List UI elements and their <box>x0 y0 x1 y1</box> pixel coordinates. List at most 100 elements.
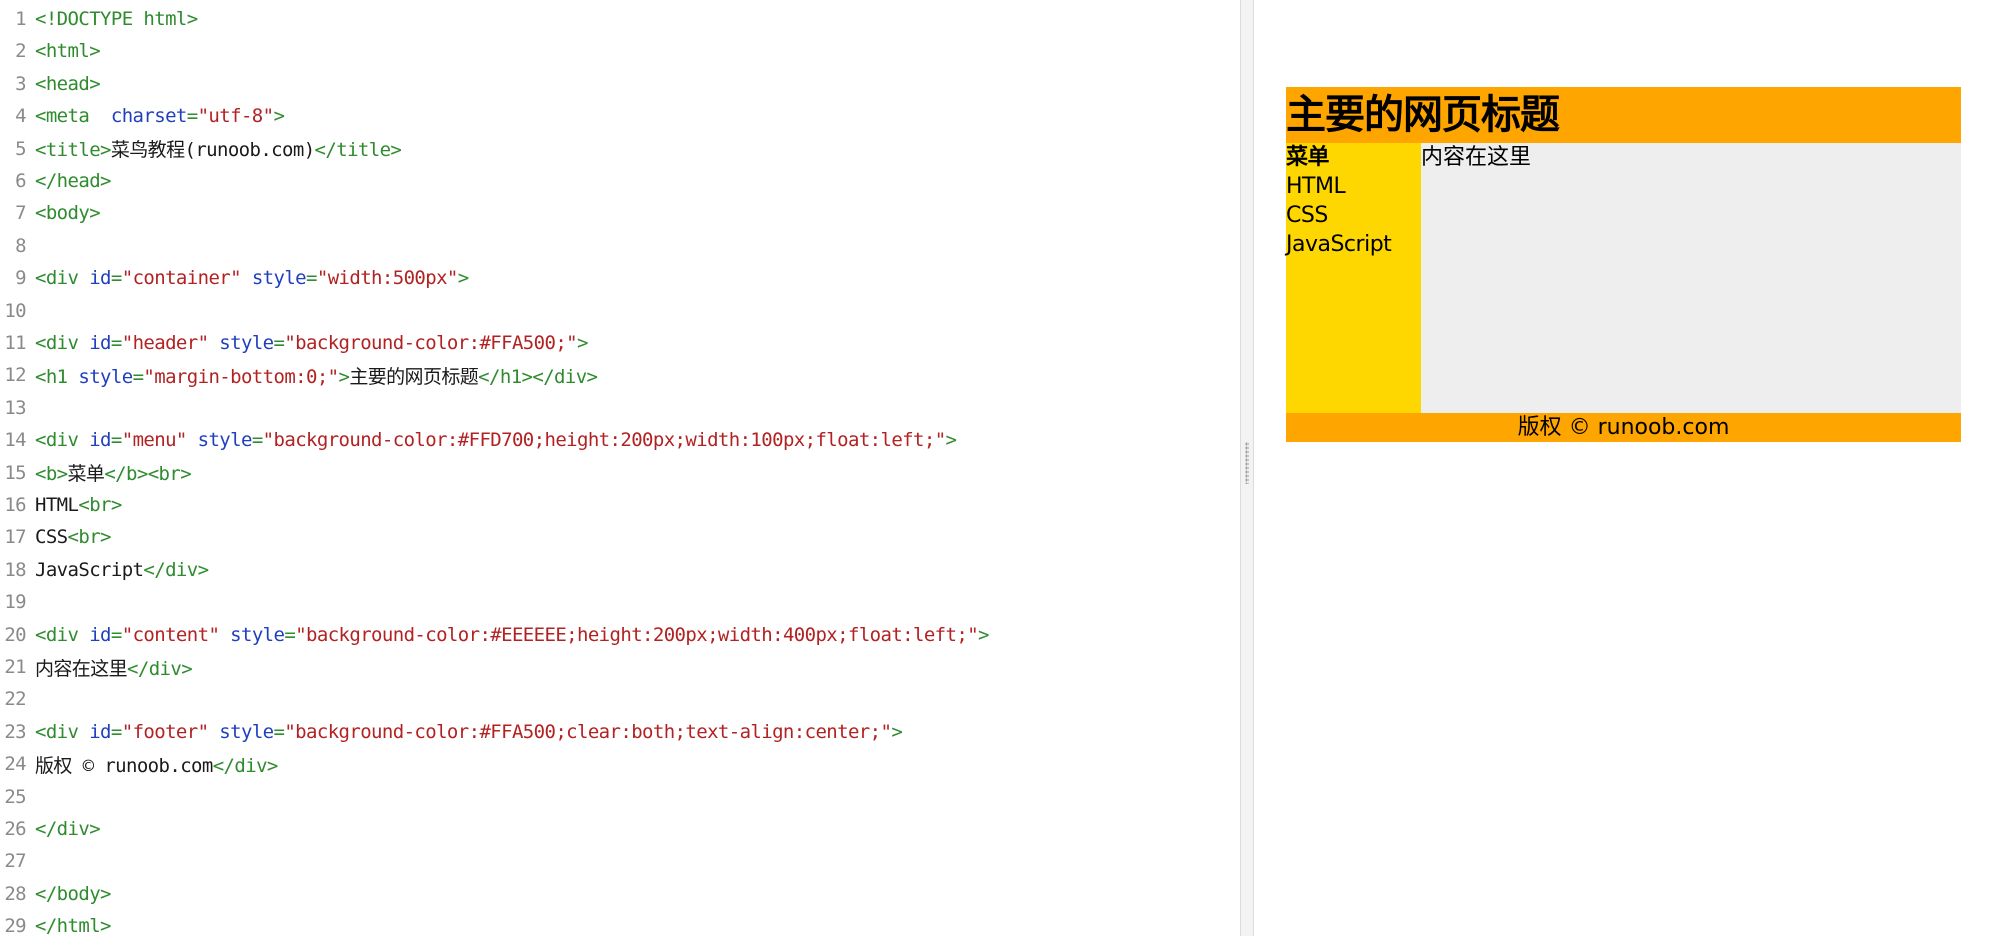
code-token-tag: = <box>273 332 285 354</box>
code-line[interactable]: 27 <box>0 845 1240 877</box>
code-text: <meta charset="utf-8"> <box>35 105 285 128</box>
code-line[interactable]: 13 <box>0 392 1240 424</box>
code-line[interactable]: 6 </head> <box>0 165 1240 197</box>
code-token-tag: <html> <box>35 40 101 63</box>
code-line[interactable]: 12 <h1 style="margin-bottom:0;">主要的网页标题</… <box>0 359 1240 391</box>
line-number: 17 <box>4 526 26 549</box>
code-token-text: 内容在这里 <box>35 657 128 680</box>
code-token-attr: id <box>89 720 111 743</box>
code-line[interactable]: 11 <div id="header" style="background-col… <box>0 327 1240 359</box>
code-line[interactable]: 23 <div id="footer" style="background-col… <box>0 716 1240 748</box>
code-line[interactable]: 15 <b>菜单</b><br> <box>0 457 1240 489</box>
line-number: 28 <box>4 882 26 905</box>
code-token-tag: </div> <box>127 657 193 680</box>
code-text: </div> <box>35 818 101 840</box>
code-token-val: "content" <box>121 623 220 646</box>
code-text: </html> <box>35 915 111 936</box>
code-line[interactable]: 18 JavaScript</div> <box>0 554 1240 586</box>
code-token-text: 版权 © runoob.com <box>35 754 213 777</box>
code-line[interactable]: 10 <box>0 295 1240 327</box>
code-token-val: "background-color:#EEEEEE;height:200px;w… <box>295 623 979 646</box>
code-token-tag: = <box>273 720 285 743</box>
code-token-val: "background-color:#FFA500;clear:both;tex… <box>284 720 892 743</box>
code-token-attr: charset <box>110 105 187 128</box>
code-token-tag: <meta <box>35 105 111 128</box>
line-number: 1 <box>15 8 26 30</box>
code-line[interactable]: 25 <box>0 781 1240 813</box>
code-line[interactable]: 29 </html> <box>0 910 1240 936</box>
code-line[interactable]: 4 <meta charset="utf-8"> <box>0 100 1240 132</box>
code-token-val: "menu" <box>121 429 188 452</box>
code-token-tag: </head> <box>35 170 111 192</box>
line-number: 29 <box>4 915 26 936</box>
line-number: 21 <box>4 656 26 678</box>
code-token-tag: = <box>110 267 122 290</box>
line-number: 12 <box>4 364 26 387</box>
line-number: 19 <box>4 591 26 614</box>
code-token-attr: style <box>219 332 274 354</box>
code-line[interactable]: 1 <!DOCTYPE html> <box>0 3 1240 35</box>
code-token-attr: id <box>89 429 111 452</box>
code-line[interactable]: 5 <title>菜鸟教程(runoob.com)</title> <box>0 133 1240 165</box>
code-token-tag: <h1 <box>35 365 79 388</box>
code-text: <div id="content" style="background-colo… <box>35 624 989 646</box>
code-token-attr: style <box>78 365 133 388</box>
code-line[interactable]: 3 <head> <box>0 68 1240 100</box>
code-text: <html> <box>35 40 101 63</box>
code-line[interactable]: 2 <html> <box>0 35 1240 67</box>
code-token-tag: = <box>110 429 122 452</box>
splitter-grip-icon[interactable] <box>1245 442 1249 484</box>
code-token-tag <box>219 624 230 646</box>
code-line[interactable]: 22 <box>0 683 1240 715</box>
code-line[interactable]: 8 <box>0 230 1240 262</box>
code-text: <div id="header" style="background-color… <box>35 332 588 354</box>
code-token-tag: = <box>110 332 122 354</box>
preview-menu-item-css: CSS <box>1286 203 1328 228</box>
code-line[interactable]: 20 <div id="content" style="background-co… <box>0 619 1240 651</box>
pane-splitter[interactable] <box>1240 0 1254 936</box>
code-token-tag: </div> <box>143 558 209 581</box>
code-line[interactable]: 14 <div id="menu" style="background-color… <box>0 424 1240 456</box>
line-number: 25 <box>4 785 26 808</box>
code-token-tag: </div> <box>212 754 279 777</box>
code-token-val: "container" <box>121 267 242 290</box>
line-number: 20 <box>4 623 26 646</box>
code-token-attr: id <box>89 332 111 354</box>
code-token-val: "header" <box>121 332 209 354</box>
code-line[interactable]: 24 版权 © runoob.com</div> <box>0 748 1240 780</box>
code-token-text: 菜鸟教程(runoob.com) <box>110 139 315 162</box>
code-token-val: "utf-8" <box>197 105 274 128</box>
code-token-tag: = <box>132 365 144 388</box>
preview-body: 菜单 HTML CSS JavaScript 内容在这里 <box>1286 143 1961 413</box>
code-token-val: "background-color:#FFD700;height:200px;w… <box>262 429 946 452</box>
code-token-text: CSS <box>35 526 68 549</box>
line-number: 8 <box>15 234 26 257</box>
line-number: 26 <box>4 818 26 840</box>
code-line[interactable]: 7 <body> <box>0 197 1240 229</box>
code-line[interactable]: 21 内容在这里</div> <box>0 651 1240 683</box>
code-token-text: JavaScript <box>35 558 144 581</box>
code-token-tag <box>208 721 219 743</box>
code-line[interactable]: 9 <div id="container" style="width:500px"… <box>0 262 1240 294</box>
code-editor[interactable]: 1 <!DOCTYPE html> 2 <html> 3 <head> 4 <meta cha… <box>0 0 1240 936</box>
code-token-tag: <div <box>35 429 90 452</box>
code-text: <div id="menu" style="background-color:#… <box>35 429 957 452</box>
code-token-tag: </b><br> <box>104 463 192 486</box>
code-token-val: "margin-bottom:0;" <box>143 365 339 388</box>
code-line[interactable]: 26 </div> <box>0 813 1240 845</box>
code-line[interactable]: 28 </body> <box>0 878 1240 910</box>
code-line[interactable]: 17 CSS<br> <box>0 521 1240 553</box>
line-number: 27 <box>4 850 26 873</box>
code-token-tag: <b> <box>35 463 68 486</box>
code-token-tag: <div <box>35 720 90 743</box>
code-token-tag: <head> <box>35 72 101 95</box>
preview-content: 内容在这里 <box>1421 143 1961 413</box>
code-token-tag: = <box>284 623 296 646</box>
code-token-tag: </html> <box>35 915 111 936</box>
code-line[interactable]: 16 HTML<br> <box>0 489 1240 521</box>
preview-menu-item-javascript: JavaScript <box>1286 232 1392 257</box>
line-number: 15 <box>4 461 26 484</box>
line-number: 13 <box>4 396 26 419</box>
code-line[interactable]: 19 <box>0 586 1240 618</box>
code-text: CSS<br> <box>35 526 111 548</box>
